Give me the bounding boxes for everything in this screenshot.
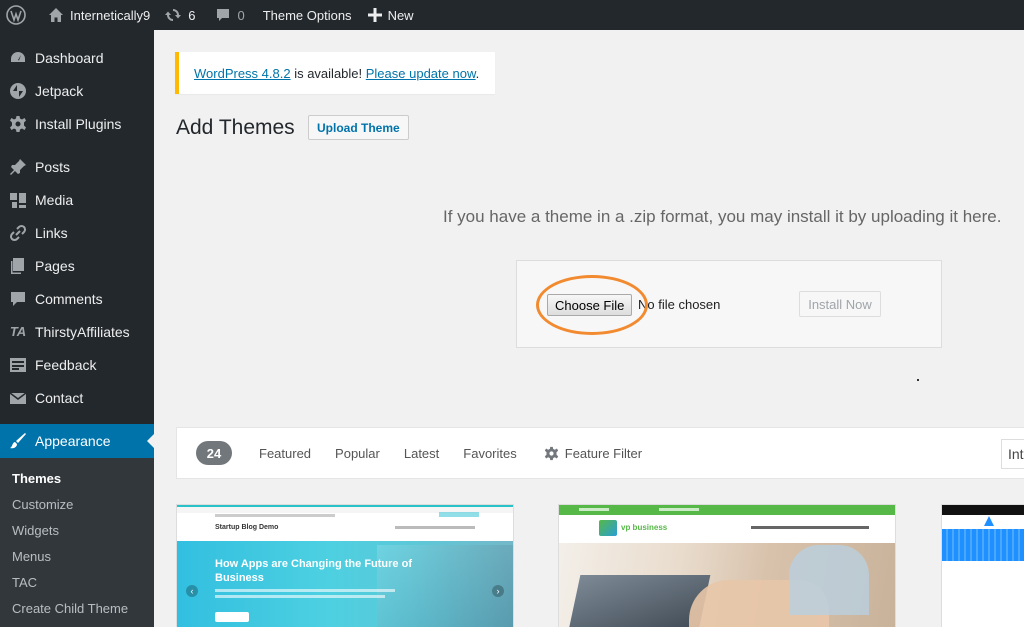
media-icon bbox=[9, 191, 27, 209]
appearance-submenu: Themes Customize Widgets Menus TAC Creat… bbox=[0, 458, 154, 627]
search-themes-input[interactable]: Inte bbox=[1001, 439, 1024, 469]
new-label: New bbox=[387, 7, 414, 23]
gear-icon bbox=[544, 446, 558, 460]
tab-popular[interactable]: Popular bbox=[335, 446, 380, 461]
dashboard-icon bbox=[9, 49, 27, 67]
theme-card[interactable]: vp business bbox=[558, 504, 896, 627]
submenu-item-widgets[interactable]: Widgets bbox=[0, 517, 154, 543]
pages-icon bbox=[9, 257, 27, 275]
feature-filter-label: Feature Filter bbox=[564, 445, 643, 461]
theme-options-label: Theme Options bbox=[262, 7, 352, 23]
sidebar-item-feedback[interactable]: Feedback bbox=[0, 348, 154, 381]
brush-icon bbox=[9, 432, 27, 450]
comments-link[interactable]: 0 bbox=[208, 0, 251, 30]
wordpress-logo-icon bbox=[6, 5, 26, 25]
theme-card[interactable] bbox=[941, 504, 1024, 627]
sidebar-item-appearance[interactable]: Appearance bbox=[0, 424, 154, 458]
theme-options-link[interactable]: Theme Options bbox=[256, 0, 359, 30]
tab-latest[interactable]: Latest bbox=[404, 446, 439, 461]
admin-sidebar: Dashboard Jetpack Install Plugins Posts … bbox=[0, 30, 154, 627]
sidebar-item-contact[interactable]: Contact bbox=[0, 381, 154, 414]
notice-end: . bbox=[475, 65, 480, 81]
sidebar-item-label: Install Plugins bbox=[35, 115, 122, 132]
tab-favorites[interactable]: Favorites bbox=[463, 446, 516, 461]
update-now-link[interactable]: Please update now bbox=[366, 66, 476, 81]
site-name-link[interactable]: Internetically9 bbox=[41, 0, 157, 30]
ta-icon: TA bbox=[9, 324, 27, 339]
feedback-icon bbox=[9, 356, 27, 374]
sidebar-item-label: Feedback bbox=[35, 356, 97, 373]
sidebar-item-install-plugins[interactable]: Install Plugins bbox=[0, 107, 154, 140]
sidebar-item-label: Appearance bbox=[35, 433, 111, 449]
sidebar-item-jetpack[interactable]: Jetpack bbox=[0, 74, 154, 107]
submenu-item-menus[interactable]: Menus bbox=[0, 543, 154, 569]
pin-icon bbox=[9, 158, 27, 176]
home-icon bbox=[49, 8, 63, 22]
updates-icon bbox=[165, 9, 182, 21]
theme-headline: How Apps are Changing the Future of Busi… bbox=[215, 558, 412, 584]
theme-filter-bar: 24 Featured Popular Latest Favorites Fea… bbox=[176, 427, 1024, 479]
theme-site-title: Startup Blog Demo bbox=[215, 524, 279, 531]
comments-count: 0 bbox=[237, 7, 245, 23]
sidebar-item-comments[interactable]: Comments bbox=[0, 282, 154, 315]
sidebar-item-label: Posts bbox=[35, 158, 71, 175]
submenu-item-customize[interactable]: Customize bbox=[0, 491, 154, 517]
tab-featured[interactable]: Featured bbox=[259, 446, 311, 461]
sidebar-item-label: Pages bbox=[35, 257, 75, 274]
theme-screenshot: vp business bbox=[559, 505, 895, 627]
sidebar-item-pages[interactable]: Pages bbox=[0, 249, 154, 282]
install-now-button[interactable]: Install Now bbox=[799, 291, 881, 317]
file-status: No file chosen bbox=[638, 297, 721, 312]
sidebar-item-thirstyaffiliates[interactable]: TA ThirstyAffiliates bbox=[0, 315, 154, 348]
upload-theme-button[interactable]: Upload Theme bbox=[308, 115, 409, 140]
chevron-left-icon[interactable]: ‹ bbox=[186, 585, 198, 597]
upload-instructions: If you have a theme in a .zip format, yo… bbox=[443, 207, 1002, 226]
sidebar-item-label: Jetpack bbox=[35, 82, 84, 99]
page-title: Add Themes bbox=[176, 116, 295, 139]
wordpress-logo-button[interactable] bbox=[0, 0, 33, 30]
sidebar-item-posts[interactable]: Posts bbox=[0, 150, 154, 183]
sidebar-item-label: Media bbox=[35, 191, 74, 208]
sidebar-item-links[interactable]: Links bbox=[0, 216, 154, 249]
sidebar-item-label: ThirstyAffiliates bbox=[35, 323, 130, 340]
sidebar-item-media[interactable]: Media bbox=[0, 183, 154, 216]
theme-screenshot bbox=[942, 505, 1024, 627]
update-notice: WordPress 4.8.2 is available! Please upd… bbox=[175, 52, 495, 94]
site-name: Internetically9 bbox=[70, 7, 151, 23]
comment-icon bbox=[217, 9, 230, 21]
theme-screenshot: Startup Blog Demo How Apps are Changing … bbox=[177, 505, 513, 627]
theme-brand: vp business bbox=[621, 523, 668, 532]
stray-dot bbox=[917, 379, 919, 381]
notice-text: is available! bbox=[290, 65, 366, 81]
sidebar-item-dashboard[interactable]: Dashboard bbox=[0, 41, 154, 74]
chevron-right-icon[interactable]: › bbox=[492, 585, 504, 597]
theme-card[interactable]: Startup Blog Demo How Apps are Changing … bbox=[176, 504, 514, 627]
sidebar-item-label: Links bbox=[35, 224, 68, 241]
sidebar-item-label: Dashboard bbox=[35, 49, 104, 66]
submenu-item-tac[interactable]: TAC bbox=[0, 569, 154, 595]
updates-link[interactable]: 6 bbox=[157, 0, 202, 30]
feature-filter-button[interactable]: Feature Filter bbox=[544, 446, 642, 461]
link-icon bbox=[9, 224, 27, 242]
plus-icon bbox=[367, 8, 382, 22]
submenu-item-create-child-theme[interactable]: Create Child Theme bbox=[0, 595, 154, 621]
wordpress-version-link[interactable]: WordPress 4.8.2 bbox=[194, 66, 291, 81]
new-content-link[interactable]: New bbox=[361, 0, 421, 30]
updates-count: 6 bbox=[188, 7, 196, 23]
sidebar-item-label: Contact bbox=[35, 389, 84, 406]
submenu-item-themes[interactable]: Themes bbox=[0, 465, 154, 491]
sidebar-item-label: Comments bbox=[35, 290, 103, 307]
annotation-circle bbox=[536, 275, 648, 335]
jetpack-icon bbox=[9, 82, 27, 100]
theme-count-badge: 24 bbox=[196, 441, 232, 465]
mail-icon bbox=[9, 389, 27, 407]
comment-icon bbox=[9, 290, 27, 308]
admin-bar: Internetically9 6 0 Theme Options New bbox=[0, 0, 1024, 30]
gear-icon bbox=[9, 115, 27, 133]
